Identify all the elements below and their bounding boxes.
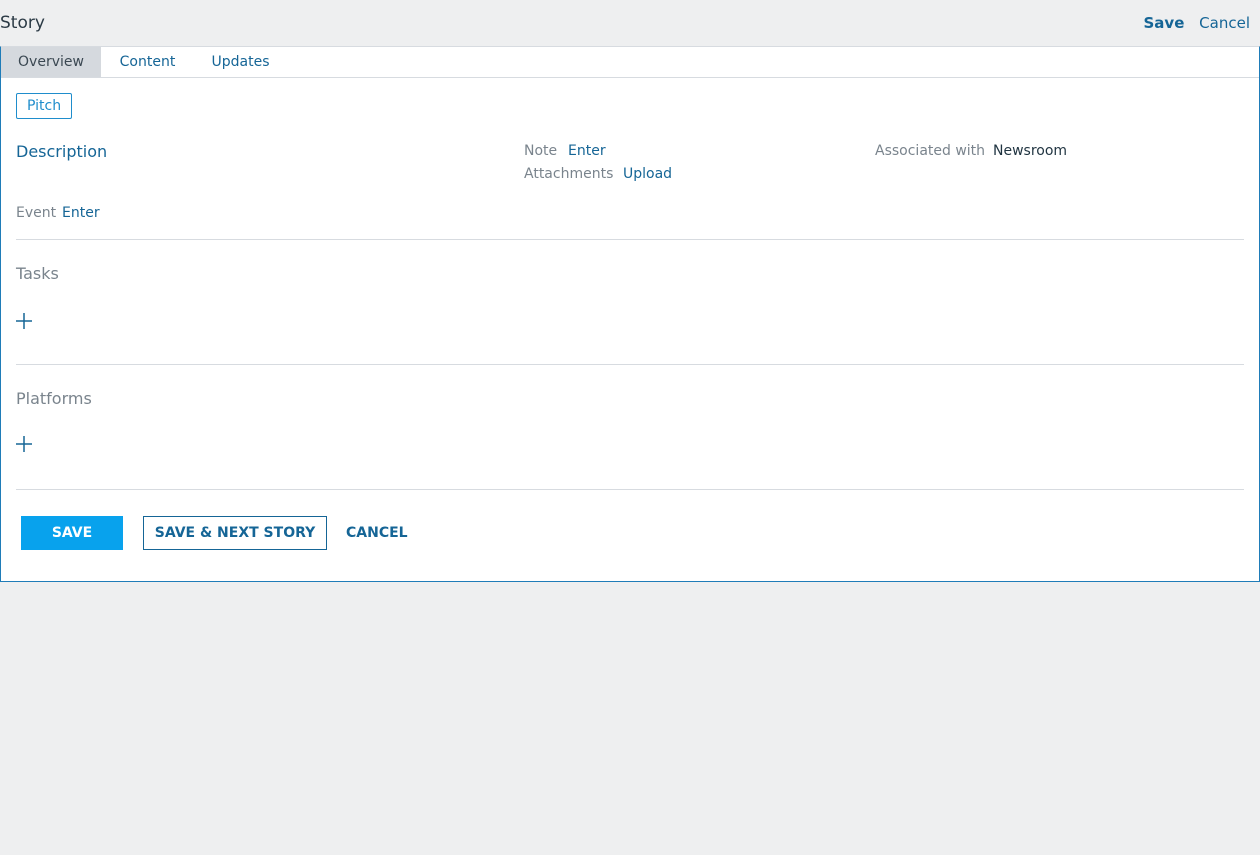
cancel-button[interactable]: CANCEL	[346, 516, 408, 550]
tab-updates[interactable]: Updates	[194, 47, 287, 77]
save-button[interactable]: SAVE	[21, 516, 123, 550]
status-badge[interactable]: Pitch	[16, 93, 73, 119]
header-actions: Save Cancel	[1144, 14, 1251, 32]
story-panel: Overview Content Updates Pitch Descripti…	[0, 46, 1260, 582]
note-enter-link[interactable]: Enter	[568, 143, 606, 159]
top-bar: Story Save Cancel	[0, 0, 1260, 46]
save-next-story-button[interactable]: SAVE & NEXT STORY	[143, 516, 327, 550]
divider	[16, 239, 1244, 240]
description-link[interactable]: Description	[16, 142, 107, 161]
add-platform-plus-icon[interactable]	[15, 435, 33, 453]
platforms-section-title: Platforms	[16, 389, 92, 408]
divider	[16, 364, 1244, 365]
divider	[16, 489, 1244, 490]
note-label: Note	[524, 143, 558, 159]
tab-bar: Overview Content Updates	[1, 47, 1259, 78]
header-save-button[interactable]: Save	[1144, 14, 1185, 32]
event-enter-link[interactable]: Enter	[62, 205, 100, 221]
tab-overview[interactable]: Overview	[1, 47, 101, 77]
tab-content[interactable]: Content	[101, 47, 194, 77]
header-cancel-button[interactable]: Cancel	[1199, 14, 1250, 32]
add-task-plus-icon[interactable]	[15, 312, 33, 330]
tasks-section-title: Tasks	[16, 264, 59, 283]
associated-with-label: Associated with	[875, 143, 986, 159]
event-label: Event	[16, 205, 57, 221]
associated-with-value: Newsroom	[993, 143, 1068, 159]
attachments-upload-link[interactable]: Upload	[623, 166, 672, 182]
page-title: Story	[0, 13, 45, 33]
attachments-label: Attachments	[524, 166, 614, 182]
